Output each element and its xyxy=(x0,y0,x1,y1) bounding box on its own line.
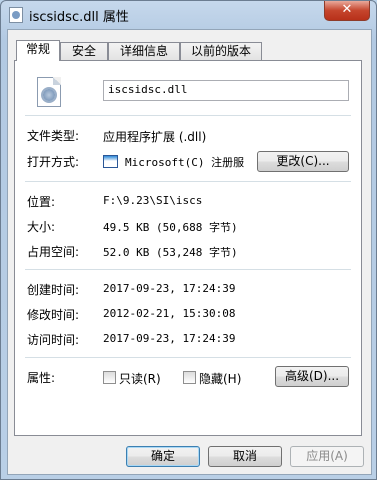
hidden-label[interactable]: 隐藏(H) xyxy=(199,370,241,387)
created-label: 创建时间: xyxy=(27,283,80,297)
tab-previous-versions[interactable]: 以前的版本 xyxy=(180,42,262,60)
size-value: 49.5 KB (50,688 字节) xyxy=(103,221,238,234)
tab-details[interactable]: 详细信息 xyxy=(108,42,180,60)
attributes-label: 属性: xyxy=(27,371,56,385)
opens-with-label: 打开方式: xyxy=(27,155,80,169)
tab-general[interactable]: 常规 xyxy=(16,40,60,61)
readonly-label[interactable]: 只读(R) xyxy=(119,370,161,387)
cancel-button[interactable]: 取消 xyxy=(208,446,282,467)
dll-file-icon xyxy=(9,7,23,23)
ok-button[interactable]: 确定 xyxy=(126,446,200,467)
file-type-label: 文件类型: xyxy=(27,129,80,143)
divider xyxy=(25,181,351,182)
change-button[interactable]: 更改(C)... xyxy=(257,151,349,172)
size-label: 大小: xyxy=(27,220,56,234)
dll-file-icon xyxy=(37,77,61,107)
accessed-value: 2017-09-23, 17:24:39 xyxy=(103,332,236,345)
tab-security[interactable]: 安全 xyxy=(60,42,108,60)
apply-button[interactable]: 应用(A) xyxy=(290,446,364,467)
opens-with-value: Microsoft(C) 注册服 xyxy=(125,156,245,169)
divider xyxy=(25,115,351,116)
location-value: F:\9.23\SI\iscs xyxy=(103,194,203,207)
dialog-panel: 常规 安全 详细信息 以前的版本 iscsidsc.dll 文件类型: 应用程序… xyxy=(7,29,372,475)
advanced-button[interactable]: 高级(D)... xyxy=(275,366,349,387)
size-on-disk-label: 占用空间: xyxy=(27,245,80,259)
hidden-checkbox[interactable] xyxy=(183,371,196,384)
tab-strip: 常规 安全 详细信息 以前的版本 xyxy=(14,40,364,61)
app-icon xyxy=(103,155,118,168)
file-name-field[interactable]: iscsidsc.dll xyxy=(103,80,349,101)
created-value: 2017-09-23, 17:24:39 xyxy=(103,282,236,295)
size-on-disk-value: 52.0 KB (53,248 字节) xyxy=(103,246,238,259)
modified-label: 修改时间: xyxy=(27,308,80,322)
divider xyxy=(25,357,351,358)
window-title: iscsidsc.dll 属性 xyxy=(29,10,129,25)
divider xyxy=(25,269,351,270)
accessed-label: 访问时间: xyxy=(27,333,80,347)
close-button[interactable]: ✕ xyxy=(324,1,370,21)
modified-value: 2012-02-21, 15:30:08 xyxy=(103,307,236,320)
properties-window: iscsidsc.dll 属性 ✕ 常规 安全 详细信息 以前的版本 iscsi… xyxy=(0,0,377,480)
title-bar[interactable]: iscsidsc.dll 属性 ✕ xyxy=(1,1,376,29)
general-tab-content: iscsidsc.dll 文件类型: 应用程序扩展 (.dll) 打开方式: M… xyxy=(14,60,362,436)
location-label: 位置: xyxy=(27,195,56,209)
file-type-value: 应用程序扩展 (.dll) xyxy=(103,130,207,144)
readonly-checkbox[interactable] xyxy=(103,371,116,384)
